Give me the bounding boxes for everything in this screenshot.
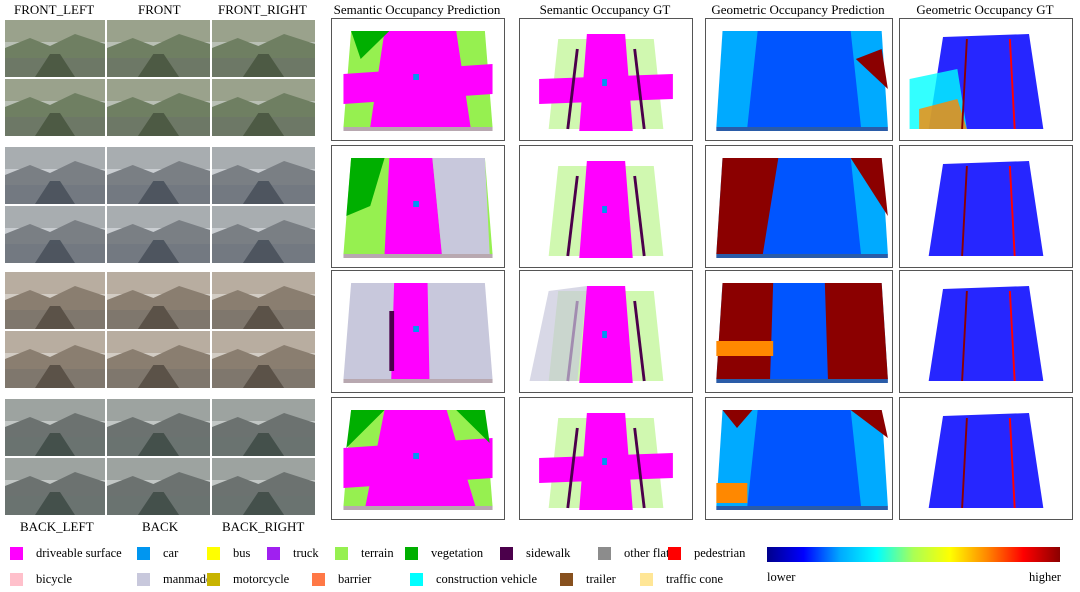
legend-swatch — [500, 547, 513, 560]
legend-swatch — [10, 547, 23, 560]
camera-image-back-right — [212, 458, 315, 515]
legend-label: vegetation — [431, 546, 484, 560]
legend-swatch — [137, 547, 150, 560]
camera-image-back-left — [5, 458, 105, 515]
camera-image-front-right — [212, 272, 315, 329]
legend-swatch — [560, 573, 573, 586]
legend-item: trailer — [560, 572, 616, 587]
legend-swatch — [405, 547, 418, 560]
camera-label-back: BACK — [142, 519, 179, 534]
camera-image-front-left — [5, 272, 105, 329]
legend-label: barrier — [338, 572, 372, 586]
legend-label: construction vehicle — [436, 572, 538, 586]
occupancy-panel-geo-gt — [899, 145, 1073, 268]
occupancy-panel-geo-pred — [705, 270, 893, 393]
camera-image-back-left — [5, 331, 105, 388]
legend-label: bus — [233, 546, 251, 560]
legend-item: manmade — [137, 572, 212, 587]
legend-item: other flat — [598, 546, 669, 561]
camera-image-back — [107, 79, 210, 136]
legend-label: motorcycle — [233, 572, 290, 586]
occupancy-panel-geo-gt — [899, 270, 1073, 393]
legend-label: traffic cone — [666, 572, 724, 586]
camera-image-back — [107, 206, 210, 263]
camera-image-back-right — [212, 206, 315, 263]
legend-label: other flat — [624, 546, 670, 560]
camera-image-back — [107, 331, 210, 388]
camera-image-front — [107, 20, 210, 77]
camera-image-back-left — [5, 206, 105, 263]
camera-image-front — [107, 147, 210, 204]
camera-image-front — [107, 399, 210, 456]
legend-item: traffic cone — [640, 572, 723, 587]
occupancy-panel-geo-pred — [705, 18, 893, 141]
legend-item: bicycle — [10, 572, 72, 587]
legend-swatch — [410, 573, 423, 586]
legend-swatch — [668, 547, 681, 560]
legend-label: pedestrian — [694, 546, 746, 560]
legend-swatch — [640, 573, 653, 586]
camera-image-front-right — [212, 399, 315, 456]
camera-label-back-left: BACK_LEFT — [20, 519, 94, 534]
legend-swatch — [267, 547, 280, 560]
legend-item: barrier — [312, 572, 371, 587]
legend-item: truck — [267, 546, 319, 561]
legend-label: driveable surface — [36, 546, 122, 560]
legend-label: manmade — [163, 572, 212, 586]
occupancy-panel-geo-gt — [899, 18, 1073, 141]
camera-image-back-left — [5, 79, 105, 136]
legend-swatch — [207, 573, 220, 586]
legend-swatch — [312, 573, 325, 586]
camera-image-back-right — [212, 79, 315, 136]
legend-label: car — [163, 546, 179, 560]
occupancy-panel-sem-gt — [519, 397, 693, 520]
occupancy-panel-sem-gt — [519, 18, 693, 141]
camera-image-front-right — [212, 20, 315, 77]
legend-item: pedestrian — [668, 546, 745, 561]
results-grid — [0, 0, 1080, 540]
colorbar-gradient — [767, 547, 1060, 562]
occupancy-panel-sem-pred — [331, 397, 505, 520]
occupancy-panel-sem-pred — [331, 145, 505, 268]
legend-item: vegetation — [405, 546, 483, 561]
occupancy-panel-geo-gt — [899, 397, 1073, 520]
camera-image-front — [107, 272, 210, 329]
colorbar-high-label: higher — [1029, 570, 1061, 584]
camera-image-back — [107, 458, 210, 515]
height-colorbar — [767, 547, 1060, 562]
occupancy-panel-sem-pred — [331, 18, 505, 141]
legend-swatch — [10, 573, 23, 586]
legend-item: sidewalk — [500, 546, 570, 561]
colorbar-low-label: lower — [767, 570, 796, 584]
legend-swatch — [598, 547, 611, 560]
legend-swatch — [335, 547, 348, 560]
legend-item: motorcycle — [207, 572, 289, 587]
camera-image-front-left — [5, 399, 105, 456]
legend-item: terrain — [335, 546, 394, 561]
legend-item: bus — [207, 546, 250, 561]
legend-swatch — [207, 547, 220, 560]
legend-item: car — [137, 546, 178, 561]
camera-image-front-left — [5, 20, 105, 77]
occupancy-panel-sem-pred — [331, 270, 505, 393]
occupancy-panel-sem-gt — [519, 145, 693, 268]
legend-swatch — [137, 573, 150, 586]
camera-image-front-right — [212, 147, 315, 204]
occupancy-panel-geo-pred — [705, 145, 893, 268]
camera-image-front-left — [5, 147, 105, 204]
legend-label: terrain — [361, 546, 394, 560]
camera-image-back-right — [212, 331, 315, 388]
legend-label: trailer — [586, 572, 616, 586]
camera-label-back-right: BACK_RIGHT — [222, 519, 305, 534]
class-legend: driveable surface car bus truck terrain veget… — [0, 540, 760, 592]
legend-label: sidewalk — [526, 546, 571, 560]
occupancy-panel-sem-gt — [519, 270, 693, 393]
legend-label: bicycle — [36, 572, 73, 586]
occupancy-panel-geo-pred — [705, 397, 893, 520]
legend-label: truck — [293, 546, 319, 560]
legend-item: driveable surface — [10, 546, 122, 561]
legend-item: construction vehicle — [410, 572, 537, 587]
